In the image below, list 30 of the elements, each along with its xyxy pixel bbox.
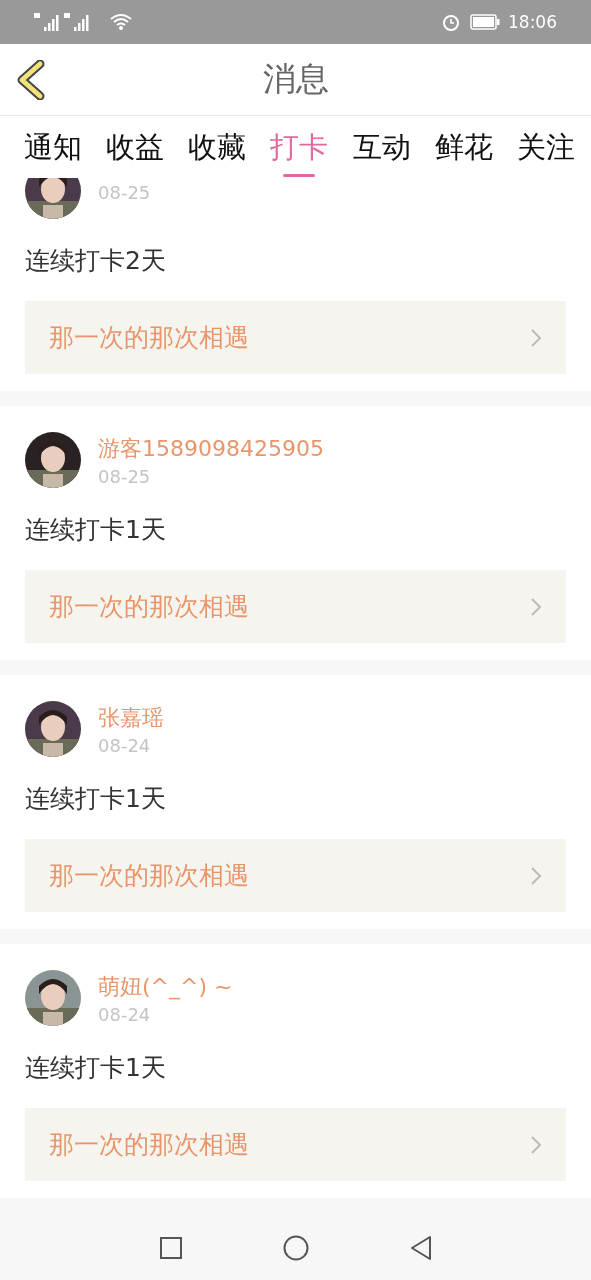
wifi-icon [110,13,132,31]
message-date: 08-24 [98,734,152,756]
user-name: 张嘉瑶 [98,703,164,732]
chevron-icon [530,596,542,617]
message-date: 08-25 [98,465,152,487]
tab[interactable]: 关注 [516,116,575,178]
message-date: 08-24 [98,1003,152,1025]
home-icon[interactable] [282,1234,309,1261]
tab[interactable]: 收益 [106,116,165,178]
chevron-icon [530,865,542,886]
recents-icon[interactable] [158,1235,183,1260]
tab[interactable]: 鲜花 [434,116,493,178]
tab[interactable]: 互动 [352,116,411,178]
chevron-icon [530,327,542,348]
back-nav-icon[interactable] [408,1234,433,1261]
message-text: 连续打卡1天 [25,782,167,815]
tab[interactable]: 通知 [24,116,82,178]
message-date: 08-25 [98,181,151,203]
battery-icon [470,14,500,30]
back-icon[interactable] [16,60,46,100]
status-time: 18:06 [508,12,557,32]
user-name: 萌妞(^_^) ~ [98,972,233,1002]
message-text: 连续打卡1天 [25,513,167,546]
alarm-icon [442,13,460,31]
message-text: 连续打卡2天 [25,244,167,277]
user-name: 游客1589098425905 [98,434,324,463]
page-title: 消息 [262,58,329,100]
tab[interactable]: 收藏 [188,116,247,178]
message-text: 连续打卡1天 [25,1051,167,1084]
chevron-icon [530,1134,542,1155]
